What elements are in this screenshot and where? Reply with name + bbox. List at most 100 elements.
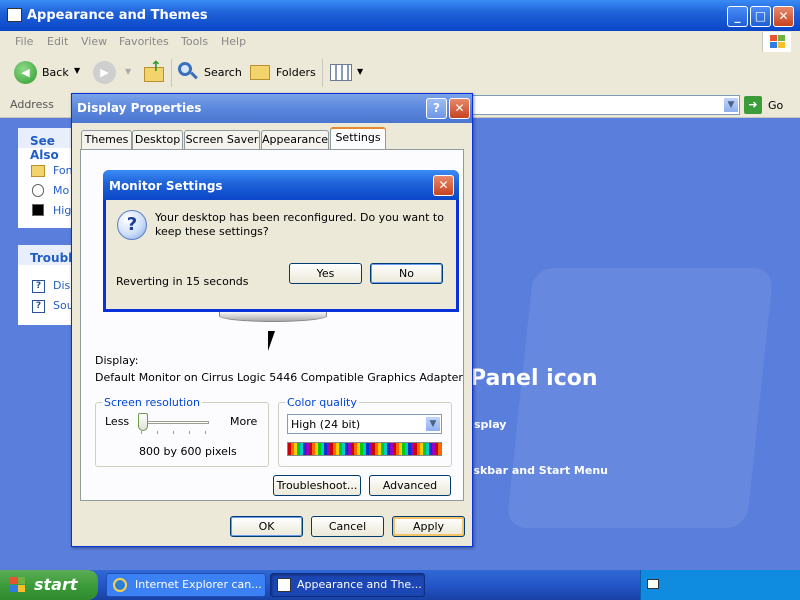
display-value: Default Monitor on Cirrus Logic 5446 Com…: [95, 371, 463, 384]
monitor-settings-titlebar[interactable]: Monitor Settings ✕: [103, 170, 459, 200]
display-label: Display:: [95, 354, 139, 367]
menu-bar: File Edit View Favorites Tools Help: [0, 31, 800, 54]
forward-arrow-icon: ▶: [93, 61, 116, 84]
see-also-heading: See Also: [18, 128, 76, 162]
color-quality-value: High (24 bit): [291, 418, 361, 431]
monitor-settings-message: Your desktop has been reconfigured. Do y…: [155, 211, 444, 238]
color-quality-group: [278, 402, 452, 467]
chevron-down-icon[interactable]: ▼: [425, 416, 441, 432]
windows-logo-icon: [10, 577, 26, 593]
explorer-titlebar[interactable]: Appearance and Themes _ □ ✕: [0, 0, 800, 31]
internet-explorer-icon: [113, 578, 127, 592]
mouse-cursor-icon: [268, 331, 275, 351]
taskbar: start Internet Explorer can... Appearanc…: [0, 570, 800, 600]
go-button[interactable]: ➜ Go: [744, 96, 790, 114]
ok-button[interactable]: OK: [230, 516, 303, 537]
monitor-settings-title: Monitor Settings: [109, 179, 223, 193]
no-button[interactable]: No: [370, 263, 443, 284]
taskbar-item-internet-explorer[interactable]: Internet Explorer can...: [106, 573, 266, 597]
resolution-slider-thumb[interactable]: [138, 413, 148, 431]
resolution-value: 800 by 600 pixels: [139, 445, 237, 458]
resolution-slider-track: [139, 421, 209, 424]
tab-settings[interactable]: Settings: [330, 127, 386, 150]
resolution-more-label: More: [230, 415, 258, 428]
content-heading: Panel icon: [470, 366, 598, 391]
menu-view[interactable]: View: [81, 35, 107, 48]
help-button[interactable]: ?: [426, 98, 447, 119]
system-tray: [640, 570, 800, 600]
task-link-display[interactable]: splay: [474, 418, 506, 431]
back-arrow-icon: ◀: [14, 61, 37, 84]
see-also-link-mouse[interactable]: Mo: [53, 184, 69, 197]
folders-button[interactable]: Folders: [249, 60, 317, 86]
apply-button[interactable]: Apply: [392, 516, 465, 537]
troubleshoot-button[interactable]: Troubleshoot...: [273, 475, 361, 496]
tab-screen-saver[interactable]: Screen Saver: [184, 130, 260, 149]
taskbar-item-label: Appearance and The...: [297, 578, 422, 591]
taskbar-item-label: Internet Explorer can...: [135, 578, 262, 591]
resolution-less-label: Less: [105, 415, 130, 428]
toolbar: ◀ Back ▼ ▶ ▼ ↑ Search Folders ▼: [0, 53, 800, 94]
advanced-button[interactable]: Advanced: [369, 475, 451, 496]
tab-themes[interactable]: Themes: [81, 130, 132, 149]
up-folder-button[interactable]: ↑: [142, 59, 166, 85]
menu-tools[interactable]: Tools: [181, 35, 208, 48]
color-spectrum-bar: [287, 442, 442, 456]
mouse-pointer-icon: [32, 184, 44, 197]
menu-edit[interactable]: Edit: [47, 35, 68, 48]
help-icon: ?: [32, 280, 45, 293]
yes-button[interactable]: Yes: [289, 263, 362, 284]
maximize-button[interactable]: □: [750, 6, 771, 27]
chevron-down-icon: ▼: [125, 67, 132, 76]
fonts-icon: [31, 165, 45, 177]
menu-favorites[interactable]: Favorites: [119, 35, 169, 48]
views-button[interactable]: ▼: [330, 62, 364, 84]
close-button[interactable]: ✕: [773, 6, 794, 27]
taskbar-item-appearance-themes[interactable]: Appearance and The...: [270, 573, 425, 597]
chevron-down-icon[interactable]: ▼: [723, 97, 739, 113]
monitor-settings-body: ? Your desktop has been reconfigured. Do…: [106, 200, 456, 309]
window-title: Appearance and Themes: [27, 8, 208, 23]
see-also-panel: See Also Fon Mo Hig: [18, 128, 76, 228]
menu-help[interactable]: Help: [221, 35, 246, 48]
search-label: Search: [204, 66, 242, 79]
tab-desktop[interactable]: Desktop: [132, 130, 183, 149]
views-icon: [330, 64, 352, 81]
monitor-settings-dialog: Monitor Settings ✕ ? Your desktop has be…: [103, 170, 459, 312]
search-button[interactable]: Search: [176, 60, 242, 86]
close-button[interactable]: ✕: [449, 98, 470, 119]
display-properties-titlebar[interactable]: Display Properties ? ✕: [72, 94, 472, 123]
troubleshooters-heading: Trouble: [18, 245, 80, 265]
go-label: Go: [768, 99, 784, 112]
display-properties-dialog: Display Properties ? ✕ Themes Desktop Sc…: [71, 93, 473, 547]
folders-icon: [250, 65, 270, 80]
keyboard-icon[interactable]: [647, 579, 659, 589]
chevron-down-icon: ▼: [357, 67, 364, 76]
help-icon: ?: [32, 300, 45, 313]
high-contrast-icon: [32, 204, 44, 216]
close-button[interactable]: ✕: [433, 175, 454, 196]
see-also-link-fonts[interactable]: Fon: [53, 164, 73, 177]
start-button[interactable]: start: [0, 570, 98, 600]
go-arrow-icon: ➜: [744, 96, 762, 114]
minimize-button[interactable]: _: [727, 6, 748, 27]
back-button[interactable]: ◀ Back ▼: [12, 60, 86, 86]
see-also-link-high-contrast[interactable]: Hig: [53, 204, 71, 217]
windows-logo-icon: [762, 32, 791, 52]
menu-file[interactable]: File: [15, 35, 33, 48]
color-quality-select[interactable]: High (24 bit) ▼: [287, 414, 442, 434]
cancel-button[interactable]: Cancel: [311, 516, 384, 537]
address-label: Address: [10, 98, 54, 111]
task-link-taskbar[interactable]: askbar and Start Menu: [466, 464, 608, 477]
chevron-down-icon: ▼: [74, 66, 81, 75]
countdown-text: Reverting in 15 seconds: [116, 275, 249, 288]
troubleshooters-panel: Trouble ? Disp ? Sou: [18, 245, 80, 325]
control-panel-icon: [277, 578, 291, 592]
forward-button[interactable]: ▶ ▼: [93, 61, 133, 85]
address-input[interactable]: ▼: [470, 95, 740, 115]
question-icon: ?: [117, 210, 147, 240]
tab-appearance[interactable]: Appearance: [261, 130, 329, 149]
dialog-title: Display Properties: [77, 101, 202, 115]
folders-label: Folders: [276, 66, 316, 79]
watermark-icon: [506, 268, 774, 528]
